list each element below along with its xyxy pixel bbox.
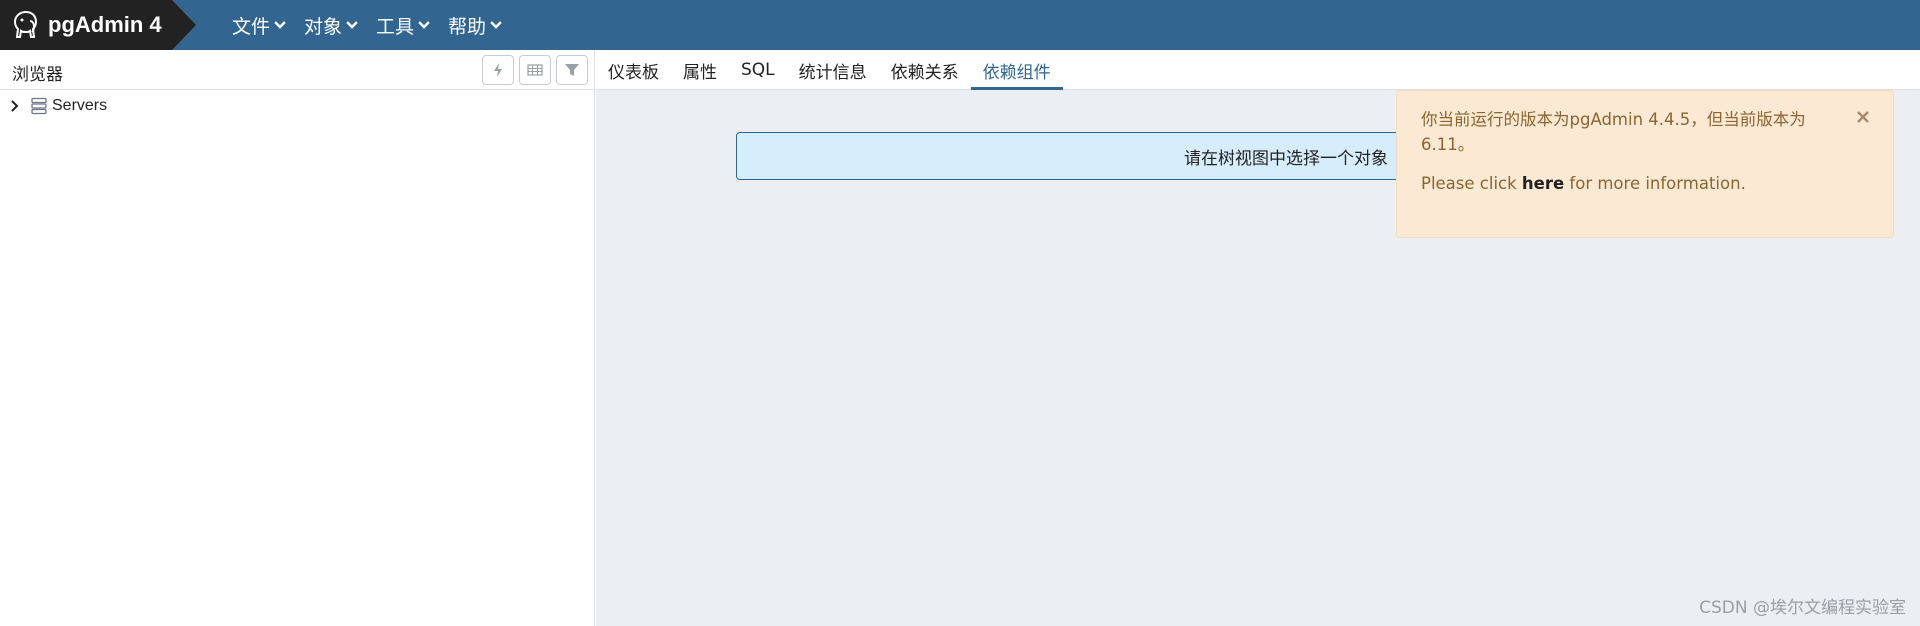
version-notification: 你当前运行的版本为pgAdmin 4.4.5，但当前版本为6.11。 Pleas… <box>1396 90 1894 238</box>
here-link[interactable]: here <box>1522 174 1564 193</box>
menu-file[interactable]: 文件 <box>232 12 286 39</box>
chevron-down-icon <box>274 21 286 29</box>
more-prefix: Please click <box>1421 174 1522 193</box>
tab-dependencies[interactable]: 依赖关系 <box>879 50 971 90</box>
browser-panel: 浏览器 Servers <box>0 50 595 626</box>
menu-help[interactable]: 帮助 <box>448 12 502 39</box>
chevron-right-icon[interactable] <box>10 100 20 112</box>
tab-sql[interactable]: SQL <box>729 50 787 90</box>
filter-icon <box>565 64 579 76</box>
lightning-icon <box>494 63 502 77</box>
tree-item-servers[interactable]: Servers <box>10 94 107 118</box>
menu-label: 对象 <box>304 15 343 38</box>
menu-label: 文件 <box>232 15 271 38</box>
menu-tools[interactable]: 工具 <box>376 12 430 39</box>
menu-label: 工具 <box>376 15 415 38</box>
chevron-down-icon <box>490 21 502 29</box>
grid-icon <box>527 64 543 76</box>
tab-dashboard[interactable]: 仪表板 <box>596 50 671 90</box>
filter-button[interactable] <box>556 55 588 85</box>
chevron-down-icon <box>418 21 430 29</box>
chevron-down-icon <box>346 21 358 29</box>
menu-object[interactable]: 对象 <box>304 12 358 39</box>
elephant-logo-icon <box>13 10 38 38</box>
close-icon[interactable] <box>1855 109 1871 125</box>
tab-dependents[interactable]: 依赖组件 <box>970 50 1063 90</box>
view-data-button[interactable] <box>519 55 551 85</box>
tree-item-label: Servers <box>52 97 108 114</box>
browser-header: 浏览器 <box>0 50 594 90</box>
query-tool-button[interactable] <box>482 55 514 85</box>
notification-more-info: Please click here for more information. <box>1421 171 1869 196</box>
notification-message: 你当前运行的版本为pgAdmin 4.4.5，但当前版本为6.11。 <box>1421 110 1806 154</box>
brand[interactable]: pgAdmin 4 <box>0 0 196 50</box>
panel-title: 浏览器 <box>12 65 63 85</box>
tab-bar: 仪表板 属性 SQL 统计信息 依赖关系 依赖组件 <box>596 50 1920 90</box>
top-navbar: pgAdmin 4 文件 对象 工具 帮助 <box>0 0 1920 50</box>
tab-statistics[interactable]: 统计信息 <box>787 50 879 90</box>
server-icon <box>31 97 47 115</box>
brand-name: pgAdmin 4 <box>48 12 162 37</box>
watermark: CSDN @埃尔文编程实验室 <box>1699 598 1906 618</box>
more-suffix: for more information. <box>1564 174 1746 193</box>
menu-label: 帮助 <box>448 15 487 38</box>
tab-properties[interactable]: 属性 <box>671 50 729 90</box>
